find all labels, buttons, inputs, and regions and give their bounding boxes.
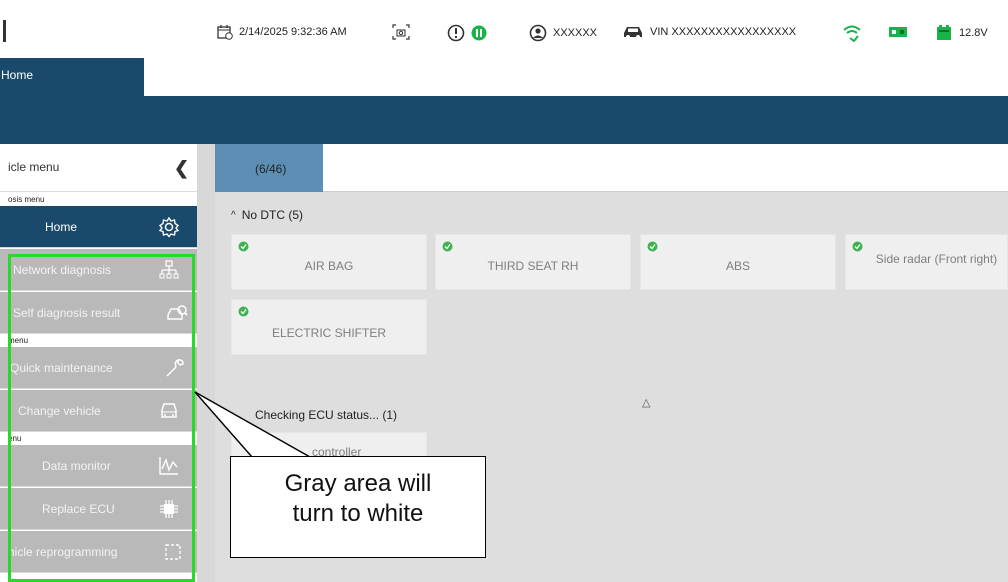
sidebar-item-data-monitor[interactable]: Data monitor — [0, 445, 197, 487]
tab-count: (6/46) — [255, 162, 287, 176]
user-status: XXXXXX — [529, 24, 597, 42]
sidebar-header: icle menu ❮ — [0, 144, 197, 192]
checking-group-header[interactable]: Checking ECU status... (1) — [255, 408, 397, 422]
reprogram-icon — [162, 541, 184, 563]
alert-icon — [447, 24, 465, 42]
sidebar-item-network-diagnosis[interactable]: Network diagnosis — [0, 249, 197, 291]
ecu-card-name: ELECTRIC SHIFTER — [271, 326, 386, 340]
tab-home-label: Home — [1, 68, 34, 82]
checking-title: Checking ECU status... (1) — [255, 408, 398, 422]
user-icon — [529, 24, 547, 42]
chevron-up-icon: ^ — [231, 209, 236, 221]
connection-status — [842, 24, 862, 42]
vin-status: VIN XXXXXXXXXXXXXXXXX — [622, 24, 796, 40]
no-dtc-title: No DTC (5) — [241, 208, 304, 222]
gear-icon — [158, 216, 180, 238]
sidebar-item-quick-maintenance[interactable]: Quick maintenance — [0, 347, 197, 389]
chip-icon — [158, 498, 180, 520]
datetime-text: 2/14/2025 9:32:36 AM — [239, 26, 347, 38]
ecu-card-name: ABS — [725, 259, 750, 273]
voltage-text: 12.8V — [959, 27, 988, 39]
ecu-card-third-seat-rh[interactable]: THIRD SEAT RH — [435, 234, 631, 290]
ecu-card-abs[interactable]: ABS — [640, 234, 836, 290]
ecu-card-electric-shifter[interactable]: ELECTRIC SHIFTER — [231, 299, 427, 355]
sidebar-item-label: Quick maintenance — [10, 361, 113, 375]
mouse-cursor-icon: △ — [642, 397, 651, 409]
camera-icon — [392, 24, 410, 40]
vehicle-menu-sidebar: icle menu ❮ osis menu Home Network diagn… — [0, 144, 197, 582]
sidebar-item-self-diagnosis-result[interactable]: Self diagnosis result — [0, 292, 197, 334]
car-icon — [622, 24, 644, 40]
ecu-card-air-bag[interactable]: AIR BAG — [231, 234, 427, 290]
sidebar-title: icle menu — [8, 160, 60, 174]
pause-green-icon — [471, 25, 487, 41]
tab-ecu-list[interactable]: (6/46) — [215, 144, 323, 192]
check-circle-icon — [238, 306, 249, 317]
sidebar-item-label: Data monitor — [42, 459, 111, 473]
user-name: XXXXXX — [553, 27, 598, 39]
vci-status — [888, 24, 908, 40]
vci-device-icon — [888, 24, 908, 40]
collapse-chevron-icon[interactable]: ❮ — [174, 158, 189, 179]
check-circle-icon — [238, 241, 249, 252]
wrench-icon — [164, 357, 186, 379]
datetime-status: 2/14/2025 9:32:36 AM — [217, 24, 347, 40]
sidebar-item-label: hicle reprogramming — [8, 545, 118, 559]
header-band — [0, 96, 1008, 144]
calendar-clock-icon — [217, 24, 233, 40]
tab-home[interactable]: Home — [0, 58, 144, 96]
battery-status: 12.8V — [935, 24, 988, 42]
callout-line-1: Gray area will — [284, 470, 432, 497]
main-tab-row: Home — [0, 58, 1008, 96]
vehicle-swap-icon — [158, 400, 180, 422]
sidebar-item-home[interactable]: Home — [0, 206, 197, 248]
callout-line-2: turn to white — [292, 500, 424, 527]
ecu-card-side-radar-front-right[interactable]: Side radar (Front right) — [845, 234, 1008, 290]
check-circle-icon — [852, 241, 863, 252]
alert-status[interactable] — [447, 24, 487, 42]
vin-text: VIN XXXXXXXXXXXXXXXXX — [650, 26, 797, 38]
ecu-card-name: THIRD SEAT RH — [487, 259, 579, 273]
sidebar-item-label: Change vehicle — [18, 404, 101, 418]
check-circle-icon — [647, 241, 658, 252]
sidebar-item-change-vehicle[interactable]: Change vehicle — [0, 390, 197, 432]
section-label-diagnosis: osis menu — [0, 194, 197, 206]
section-label-menu: menu — [0, 335, 197, 347]
screenshot-button[interactable] — [392, 24, 410, 40]
sidebar-item-replace-ecu[interactable]: Replace ECU — [0, 488, 197, 530]
no-dtc-group-header[interactable]: ^ No DTC (5) — [231, 208, 303, 222]
network-icon — [158, 259, 180, 281]
callout-box: Gray area will turn to white — [230, 456, 486, 558]
sidebar-scrollbar[interactable] — [197, 144, 215, 582]
wireless-connection-icon — [842, 24, 862, 42]
content-tab-bar: (6/46) — [215, 144, 1008, 192]
window-edge-marker — [3, 20, 6, 42]
car-search-icon — [166, 302, 188, 324]
waveform-icon — [158, 455, 180, 477]
sidebar-item-label: Replace ECU — [42, 502, 115, 516]
sidebar-item-vehicle-reprogramming[interactable]: hicle reprogramming — [0, 531, 197, 573]
ecu-card-name: Side radar (Front right) — [875, 252, 998, 266]
sidebar-item-label: Home — [45, 220, 78, 234]
section-label-menu-2: enu — [0, 433, 197, 445]
status-bar: 2/14/2025 9:32:36 AM XXXXXX VIN XXXXXXXX… — [0, 0, 1008, 60]
check-circle-icon — [442, 241, 453, 252]
sidebar-item-label: Network diagnosis — [13, 263, 112, 277]
ecu-card-name: AIR BAG — [304, 259, 354, 273]
battery-icon — [935, 24, 953, 42]
sidebar-item-label: Self diagnosis result — [13, 306, 121, 320]
